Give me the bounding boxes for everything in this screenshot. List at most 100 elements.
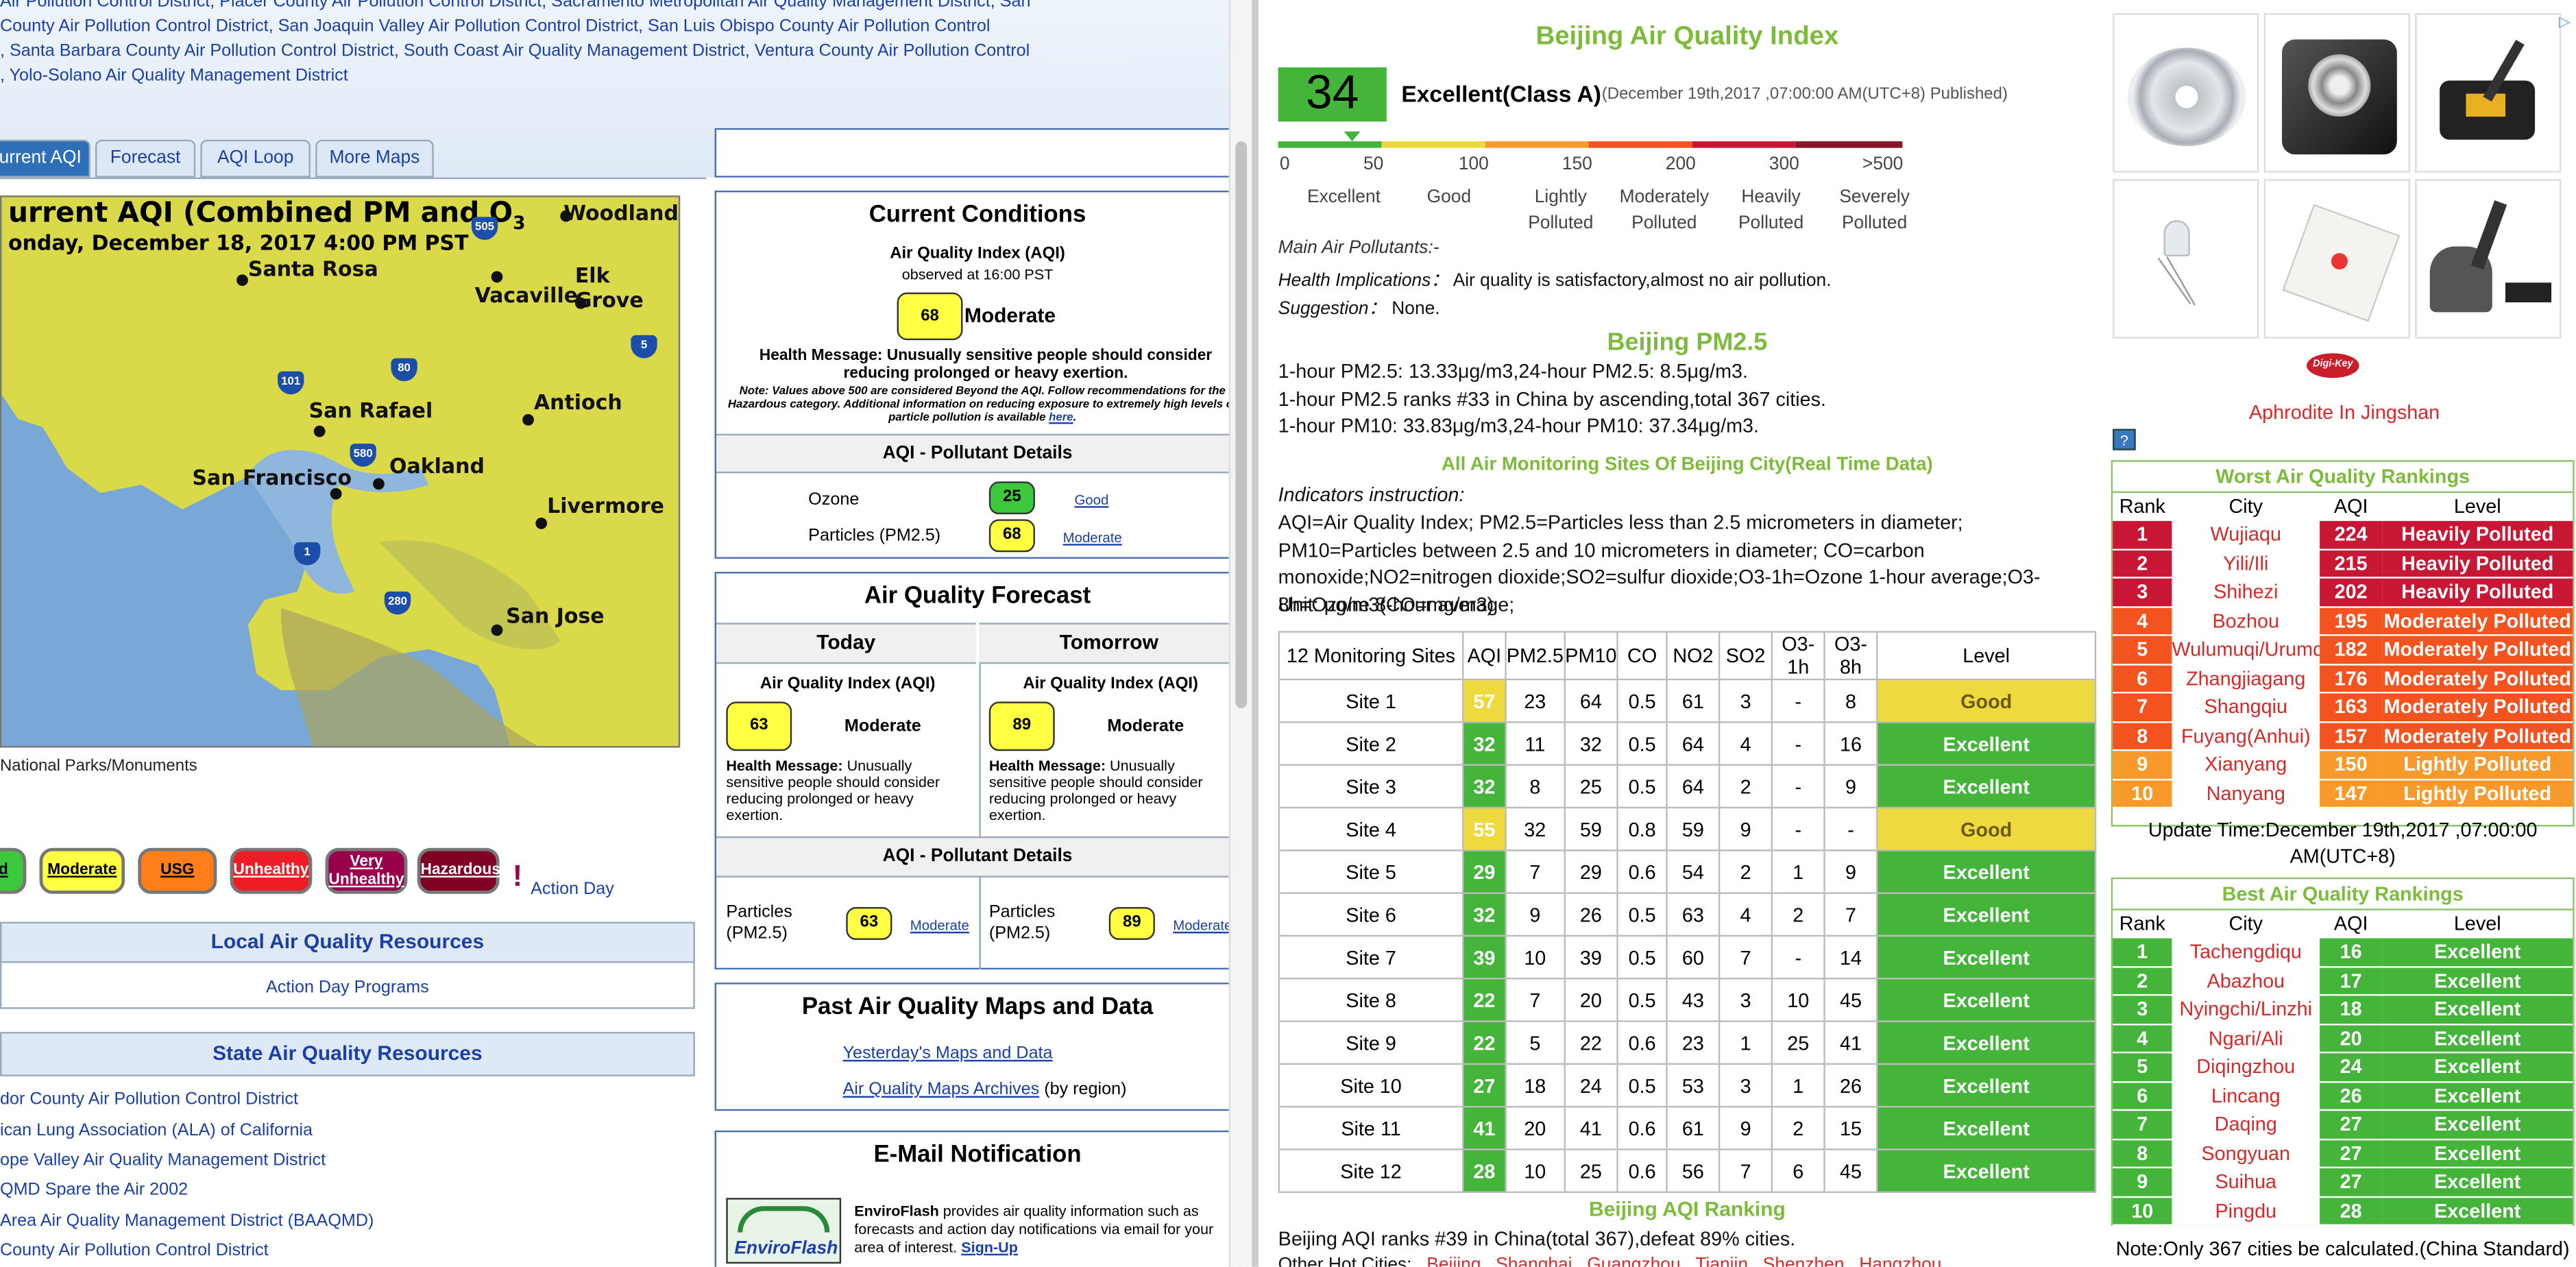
- rank-city-link[interactable]: Xianyang: [2172, 750, 2320, 780]
- site-value-cell: 0.6: [1616, 849, 1668, 894]
- tab-aqi-loop[interactable]: AQI Loop: [200, 139, 311, 178]
- forecast-day-header: Tomorrow: [979, 623, 1239, 664]
- state-resource-link[interactable]: Area Air Quality Management District (BA…: [0, 1211, 374, 1231]
- scrollbar-thumb[interactable]: [1235, 141, 1248, 708]
- ad-label-link[interactable]: Aphrodite In Jingshan: [2113, 401, 2576, 424]
- rank-number: 6: [2113, 664, 2172, 694]
- rank-level: Moderately Polluted: [2382, 692, 2573, 723]
- rank-city-link[interactable]: Lincang: [2172, 1081, 2320, 1111]
- action-day-link[interactable]: Action Day: [531, 879, 614, 899]
- ad-choices-icon[interactable]: ▷: [2556, 13, 2573, 29]
- forecast-pm-label: Particles (PM2.5): [726, 902, 792, 943]
- district-link-line[interactable]: Air Pollution Control District, Placer C…: [0, 0, 1031, 15]
- product-ad-image[interactable]: [2415, 179, 2562, 339]
- hot-city-link[interactable]: Beijing: [1426, 1255, 1481, 1267]
- scale-very-unhealthy-button[interactable]: Very Unhealthy: [325, 847, 408, 894]
- scale-usg-button[interactable]: USG: [138, 847, 217, 894]
- scale-good-button[interactable]: d: [0, 847, 27, 894]
- action-day-programs-link[interactable]: Action Day Programs: [0, 978, 695, 998]
- product-ad-image[interactable]: [2113, 13, 2259, 173]
- hot-city-link[interactable]: Shenzhen: [1763, 1255, 1845, 1267]
- site-value-cell: 7: [1718, 934, 1773, 980]
- state-resource-link[interactable]: dor County Air Pollution Control Distric…: [0, 1089, 298, 1109]
- rank-city-link[interactable]: Nyingchi/Linzhi: [2172, 995, 2320, 1025]
- yesterday-maps-link[interactable]: Yesterday's Maps and Data: [843, 1043, 1053, 1063]
- rank-city-link[interactable]: Shangqiu: [2172, 692, 2320, 723]
- state-resource-link[interactable]: ican Lung Association (ALA) of Californi…: [0, 1121, 313, 1141]
- district-link-line[interactable]: , Santa Barbara County Air Pollution Con…: [0, 40, 1030, 64]
- rank-city-link[interactable]: Diqingzhou: [2172, 1052, 2320, 1083]
- hot-city-link[interactable]: Tianjin: [1695, 1255, 1748, 1267]
- rank-city-link[interactable]: Pingdu: [2172, 1196, 2320, 1226]
- sites-title: All Air Monitoring Sites Of Beijing City…: [1442, 455, 1933, 475]
- product-ad-image[interactable]: [2415, 13, 2562, 173]
- left-scrollbar[interactable]: [1228, 0, 1252, 1267]
- scale-unhealthy-button[interactable]: Unhealthy: [230, 847, 313, 894]
- site-aqi-cell: 27: [1462, 1063, 1507, 1108]
- product-ad-image[interactable]: [2113, 179, 2259, 339]
- state-resource-link[interactable]: QMD Spare the Air 2002: [0, 1180, 188, 1200]
- column-header: PM2.5: [1505, 631, 1566, 681]
- rank-row: 8 Fuyang(Anhui) 157 Moderately Polluted: [2113, 721, 2573, 751]
- state-resource-link[interactable]: ope Valley Air Quality Management Distri…: [0, 1150, 326, 1170]
- table-row: Site 8 22 7 20 0.5 43 3 10 45 Excellent: [1278, 978, 2097, 1022]
- rank-row: 3 Nyingchi/Linzhi 18 Excellent: [2113, 995, 2573, 1025]
- rank-number: 7: [2113, 1109, 2172, 1140]
- district-link-line[interactable]: County Air Pollution Control District, S…: [0, 15, 990, 40]
- site-value-cell: 4: [1718, 892, 1773, 937]
- rank-city-link[interactable]: Zhangjiagang: [2172, 664, 2320, 694]
- site-value-cell: 7: [1823, 892, 1878, 937]
- rank-city-link[interactable]: Shihezi: [2172, 577, 2320, 607]
- site-value-cell: 2: [1718, 764, 1773, 809]
- scale-moderate-button[interactable]: Moderate: [39, 847, 125, 894]
- site-value-cell: 24: [1563, 1063, 1618, 1108]
- note-here-link[interactable]: here: [1049, 413, 1073, 424]
- signup-link[interactable]: Sign-Up: [961, 1239, 1018, 1255]
- beijing-aqi-value: 34: [1278, 67, 1387, 122]
- district-link-line[interactable]: , Yolo-Solano Air Quality Management Dis…: [0, 64, 348, 88]
- rank-city-link[interactable]: Fuyang(Anhui): [2172, 721, 2320, 751]
- rank-city-link[interactable]: Ngari/Ali: [2172, 1024, 2320, 1054]
- forecast-pm-category-link[interactable]: Moderate: [1173, 917, 1232, 933]
- rank-city-link[interactable]: Tachengdiqu: [2172, 937, 2320, 967]
- site-value-cell: 0.6: [1616, 1148, 1668, 1194]
- rank-city-link[interactable]: Nanyang: [2172, 779, 2320, 809]
- pollutant-category-link[interactable]: Good: [1074, 492, 1108, 508]
- product-ad-image[interactable]: [2263, 179, 2410, 339]
- tab-forecast[interactable]: Forecast: [95, 139, 196, 178]
- rank-column-header: AQI: [2320, 491, 2383, 521]
- state-resource-link[interactable]: County Air Pollution Control District: [0, 1241, 269, 1261]
- airnow-page: Air Pollution Control District, Placer C…: [0, 0, 1252, 1267]
- site-level-cell: Excellent: [1876, 1063, 2097, 1108]
- rank-city-link[interactable]: Suihua: [2172, 1167, 2320, 1197]
- rank-aqi: 18: [2320, 995, 2383, 1025]
- table-row: Site 6 32 9 26 0.5 63 4 2 7 Excellent: [1278, 892, 2097, 937]
- rank-number: 8: [2113, 1138, 2172, 1169]
- hot-city-link[interactable]: Shanghai: [1496, 1255, 1572, 1267]
- rank-aqi: 157: [2320, 721, 2383, 751]
- rank-city-link[interactable]: Wujiaqu: [2172, 520, 2320, 550]
- scale-hazardous-button[interactable]: Hazardous: [417, 847, 500, 894]
- site-value-cell: 11: [1505, 721, 1566, 766]
- rank-city-link[interactable]: Yili/Ili: [2172, 548, 2320, 579]
- archives-link[interactable]: Air Quality Maps Archives: [843, 1080, 1040, 1100]
- rank-city-link[interactable]: Wulumuqi/Urumqi: [2172, 635, 2320, 665]
- forecast-aqi-badge: 63: [726, 701, 792, 751]
- forecast-pm-category-link[interactable]: Moderate: [910, 917, 969, 933]
- pollutant-category-link[interactable]: Moderate: [1063, 529, 1122, 546]
- digikey-logo[interactable]: Digi-Key: [2306, 353, 2359, 378]
- rank-number: 7: [2113, 692, 2172, 723]
- rank-city-link[interactable]: Bozhou: [2172, 606, 2320, 636]
- site-value-cell: 9: [1718, 806, 1773, 852]
- tab-current-aqi[interactable]: urrent AQI: [0, 139, 90, 178]
- rank-city-link[interactable]: Abazhou: [2172, 966, 2320, 996]
- hot-city-link[interactable]: Hangzhou: [1859, 1255, 1941, 1267]
- rank-city-link[interactable]: Daqing: [2172, 1109, 2320, 1140]
- product-ad-image[interactable]: [2263, 13, 2410, 173]
- hot-city-link[interactable]: Guangzhou: [1587, 1255, 1680, 1267]
- info-icon[interactable]: ?: [2113, 429, 2136, 450]
- tab-more-maps[interactable]: More Maps: [315, 139, 434, 178]
- enviroflash-logo: EnviroFlash: [726, 1198, 842, 1264]
- scale-label: Moderately Polluted: [1619, 187, 1710, 234]
- rank-city-link[interactable]: Songyuan: [2172, 1138, 2320, 1169]
